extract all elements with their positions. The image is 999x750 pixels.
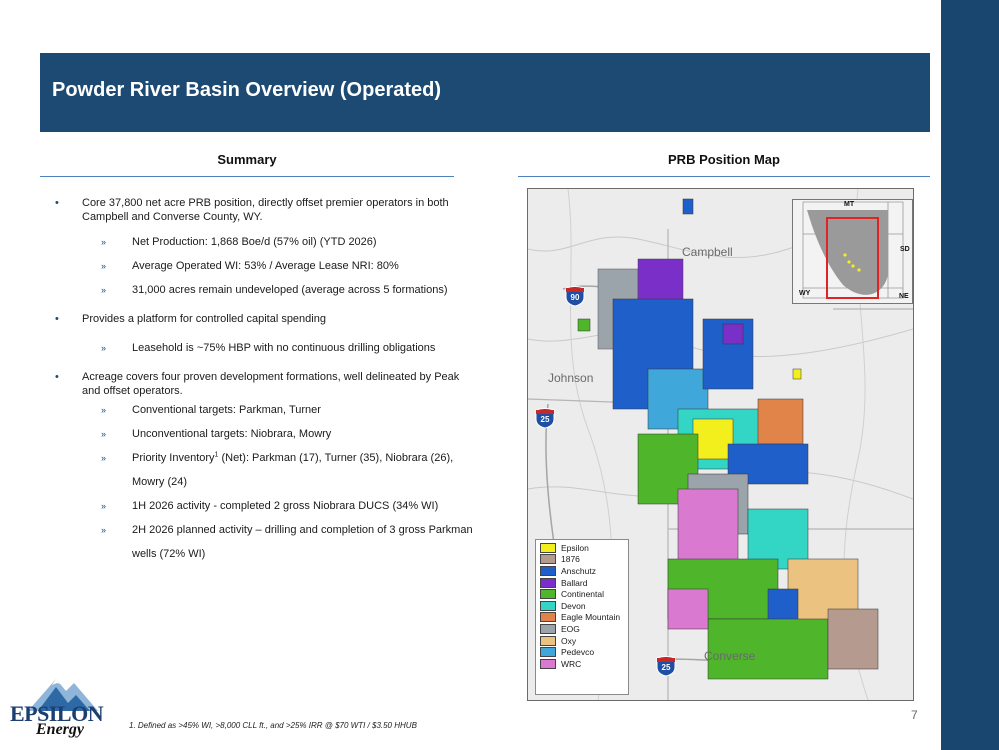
legend-swatch	[540, 658, 556, 669]
inset-label-mt: MT	[844, 201, 855, 208]
legend-item: 1876	[536, 554, 628, 566]
sub-bullet: Net Production: 1,868 Boe/d (57% oil) (Y…	[55, 230, 475, 254]
right-accent-bar	[941, 0, 999, 750]
legend-item: Continental	[536, 588, 628, 600]
legend-label: Eagle Mountain	[561, 612, 621, 623]
sub-bullet: 1H 2026 activity - completed 2 gross Nio…	[55, 494, 475, 518]
sub-bullet: Leasehold is ~75% HBP with no continuous…	[55, 336, 475, 360]
legend-label: Devon	[561, 600, 586, 611]
priority-prefix: Priority Inventory	[132, 452, 215, 464]
legend-item: EOG	[536, 623, 628, 635]
title-banner: Powder River Basin Overview (Operated)	[40, 53, 930, 132]
inset-label-wy: WY	[799, 290, 811, 297]
legend-swatch	[540, 577, 556, 588]
legend-label: Pedevco	[561, 647, 595, 658]
legend-item: Eagle Mountain	[536, 612, 628, 624]
interstate-number: 25	[661, 663, 671, 672]
interstate-number: 25	[540, 415, 550, 424]
map-rule	[518, 176, 930, 177]
page-number: 7	[911, 708, 918, 722]
inset-state-outline	[793, 200, 912, 303]
legend-label: Oxy	[561, 635, 577, 646]
legend-item: Ballard	[536, 577, 628, 589]
interstate-number: 90	[570, 293, 580, 302]
sub-bullet: 2H 2026 planned activity – drilling and …	[55, 518, 475, 566]
inset-label-sd: SD	[900, 246, 910, 253]
legend-swatch	[540, 589, 556, 600]
legend-swatch	[540, 647, 556, 658]
sub-bullet: Average Operated WI: 53% / Average Lease…	[55, 254, 475, 278]
sub-bullet: 31,000 acres remain undeveloped (average…	[55, 278, 475, 302]
bullet-text: Acreage covers four proven development f…	[82, 371, 460, 397]
sub-bullet: Unconventional targets: Niobrara, Mowry	[55, 422, 475, 446]
map-heading: PRB Position Map	[668, 152, 780, 167]
legend-label: Anschutz	[561, 565, 596, 576]
inset-label-ne: NE	[899, 293, 909, 300]
prb-position-map: Campbell Johnson Converse 90 25 25 MT SD…	[527, 188, 914, 701]
legend-item: Devon	[536, 600, 628, 612]
logo-subtitle: Energy	[36, 721, 84, 738]
operator-legend: Epsilon 1876 Anschutz Ballard Continenta…	[535, 539, 629, 695]
sub-bullet-list: Leasehold is ~75% HBP with no continuous…	[82, 336, 475, 360]
sub-bullet-list: Net Production: 1,868 Boe/d (57% oil) (Y…	[82, 230, 475, 302]
legend-label: Continental	[561, 589, 605, 600]
county-label-campbell: Campbell	[682, 245, 733, 259]
bullet-item: Acreage covers four proven development f…	[55, 370, 475, 566]
summary-heading: Summary	[217, 152, 277, 167]
legend-item: Oxy	[536, 635, 628, 647]
slide-title: Powder River Basin Overview (Operated)	[52, 79, 442, 101]
bullet-item: Core 37,800 net acre PRB position, direc…	[55, 196, 475, 302]
sub-bullet: Conventional targets: Parkman, Turner	[55, 398, 475, 422]
legend-swatch	[540, 600, 556, 611]
legend-label: 1876	[561, 554, 580, 565]
legend-item: Epsilon	[536, 542, 628, 554]
legend-swatch	[540, 623, 556, 634]
sub-bullet-list: Conventional targets: Parkman, Turner Un…	[82, 398, 475, 566]
legend-item: Pedevco	[536, 646, 628, 658]
legend-swatch	[540, 554, 556, 565]
bullet-text: Provides a platform for controlled capit…	[82, 313, 326, 325]
county-label-converse: Converse	[704, 649, 756, 663]
legend-swatch	[540, 565, 556, 576]
sub-bullet-priority: Priority Inventory1 (Net): Parkman (17),…	[55, 446, 475, 494]
legend-item: Anschutz	[536, 565, 628, 577]
legend-item: WRC	[536, 658, 628, 670]
footnote: 1. Defined as >45% WI, >8,000 CLL ft., a…	[129, 721, 417, 730]
bullet-text: Core 37,800 net acre PRB position, direc…	[82, 197, 449, 223]
locator-inset-map: MT SD WY NE	[792, 199, 913, 304]
summary-rule	[40, 176, 454, 177]
legend-label: Ballard	[561, 577, 588, 588]
legend-label: EOG	[561, 623, 580, 634]
legend-label: Epsilon	[561, 542, 589, 553]
bullet-item: Provides a platform for controlled capit…	[55, 312, 475, 360]
legend-label: WRC	[561, 658, 582, 669]
legend-swatch	[540, 612, 556, 623]
summary-bullets: Core 37,800 net acre PRB position, direc…	[55, 196, 475, 580]
county-label-johnson: Johnson	[548, 371, 594, 385]
legend-swatch	[540, 635, 556, 646]
epsilon-energy-logo: EPSILON Energy	[8, 673, 112, 743]
legend-swatch	[540, 542, 556, 553]
